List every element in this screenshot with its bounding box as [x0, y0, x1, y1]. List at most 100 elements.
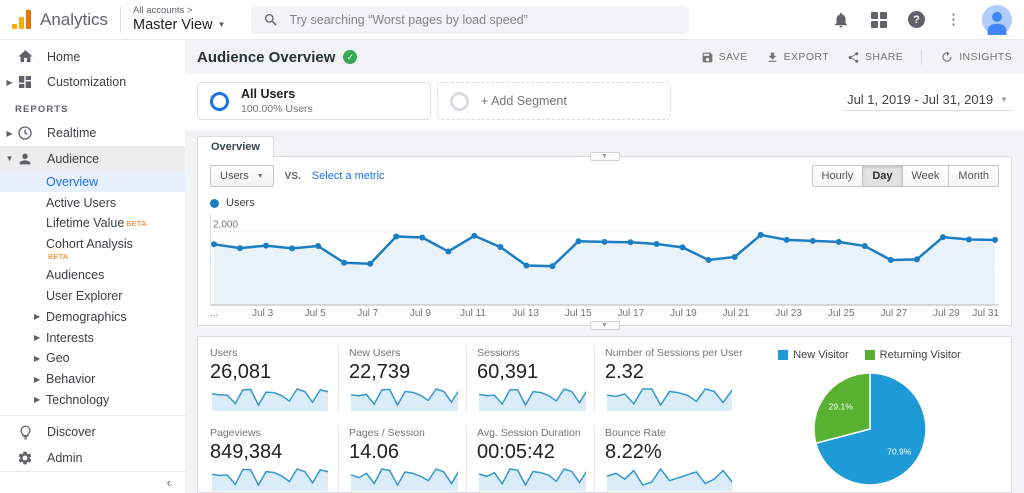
search-input[interactable]	[289, 12, 678, 27]
account-switcher[interactable]: All accounts > Master View ▼	[133, 5, 226, 34]
product-name: Analytics	[40, 9, 109, 29]
sidebar-item-label: User Explorer	[46, 289, 123, 304]
x-tick-label: Jul 25	[827, 308, 855, 319]
sidebar-item-audiences[interactable]: Audiences	[0, 265, 185, 286]
sidebar-item-home[interactable]: Home	[0, 44, 185, 70]
notifications-bell-icon[interactable]	[832, 11, 850, 29]
divider	[120, 6, 122, 33]
help-icon[interactable]: ?	[908, 11, 925, 28]
insights-icon	[942, 51, 952, 62]
sidebar-item-label: Home	[47, 49, 81, 64]
chevron-down-icon: ▼	[256, 172, 264, 180]
add-segment-label: + Add Segment	[481, 94, 567, 108]
collapse-handle[interactable]: ▼	[589, 152, 620, 161]
metric-card-new-users: New Users 22,739	[338, 345, 466, 412]
expand-arrow-icon: ▶	[6, 77, 13, 87]
sidebar-collapse-toggle[interactable]: ‹	[0, 471, 185, 493]
save-button[interactable]: SAVE	[701, 51, 748, 64]
legend-returning-visitor: Returning Visitor	[864, 349, 961, 361]
x-tick-label: Jul 3	[252, 308, 274, 319]
users-line-chart[interactable]: 1,0002,000	[210, 214, 999, 306]
chevron-left-icon: ‹	[166, 475, 171, 491]
visitor-type-section: New Visitor Returning Visitor 70.9% 29.1%	[740, 345, 999, 492]
sidebar-item-interests[interactable]: ▶ Interests	[0, 327, 185, 348]
sidebar-item-realtime[interactable]: ▶ Realtime	[0, 120, 185, 146]
export-button[interactable]: EXPORT	[766, 51, 829, 64]
granularity-month-button[interactable]: Month	[948, 165, 999, 187]
x-tick-label: ...	[210, 308, 219, 319]
x-tick-label: Jul 5	[304, 308, 326, 319]
sidebar-item-label: Demographics	[46, 309, 127, 324]
sidebar-item-label: Geo	[46, 351, 70, 366]
topbar-icons: ? ⋮	[832, 4, 1014, 35]
sidebar-item-user-explorer[interactable]: User Explorer	[0, 286, 185, 307]
sidebar-item-active-users[interactable]: Active Users	[0, 192, 185, 213]
sidebar-item-technology[interactable]: ▶ Technology	[0, 389, 185, 410]
x-axis-labels: ... Jul 3 Jul 5 Jul 7 Jul 9 Jul 11 Jul 13 Jul 1…	[210, 307, 999, 322]
chevron-down-icon: ▼	[217, 20, 226, 30]
metric-value: 60,391	[477, 361, 539, 383]
insights-button[interactable]: INSIGHTS	[940, 50, 1012, 64]
realtime-clock-icon	[15, 125, 35, 141]
gear-icon	[15, 450, 35, 466]
search-bar[interactable]	[251, 5, 690, 34]
segment-name: All Users	[241, 87, 296, 102]
sidebar-item-label: Interests	[46, 330, 94, 345]
series-legend-label: Users	[226, 197, 255, 209]
metric-sparkline	[478, 388, 586, 411]
beta-badge: BETA	[48, 252, 69, 262]
metric-card-users: Users 26,081	[210, 345, 338, 412]
sidebar-item-audience[interactable]: ▼ Audience	[0, 145, 185, 172]
segment-all-users[interactable]: All Users 100.00% Users	[197, 82, 431, 120]
svg-text:70.9%: 70.9%	[887, 447, 912, 457]
expand-arrow-icon: ▶	[34, 333, 41, 343]
visitor-pie-chart[interactable]: 70.9% 29.1%	[806, 365, 934, 492]
date-range-picker[interactable]: Jul 1, 2019 - Jul 31, 2019 ▼	[843, 92, 1012, 111]
sidebar-item-lifetime-value[interactable]: Lifetime Value BETA	[0, 213, 185, 234]
select-metric-link[interactable]: Select a metric	[312, 170, 385, 182]
view-name[interactable]: Master View	[133, 17, 213, 34]
sidebar-item-admin[interactable]: Admin	[0, 445, 185, 471]
page-title: Audience Overview	[197, 48, 336, 66]
metric-value: 2.32	[605, 361, 644, 383]
metric-value: 26,081	[210, 361, 272, 383]
expand-handle[interactable]: ▼	[589, 321, 620, 330]
metric-value: 00:05:42	[477, 441, 555, 463]
tab-overview[interactable]: Overview	[197, 136, 274, 157]
sidebar-item-geo[interactable]: ▶ Geo	[0, 348, 185, 369]
granularity-hourly-button[interactable]: Hourly	[811, 165, 864, 187]
accounts-breadcrumb[interactable]: All accounts >	[133, 5, 225, 17]
granularity-day-button[interactable]: Day	[862, 165, 903, 187]
metric-sparkline	[350, 468, 458, 491]
page-header: Audience Overview ✓ SAVE EXPORT SHARE IN…	[197, 40, 1012, 74]
x-tick-label: Jul 9	[409, 308, 431, 319]
analytics-home-link[interactable]: Analytics	[8, 10, 112, 30]
metric-card-sessions-per-user: Number of Sessions per User 2.32	[594, 345, 743, 412]
sidebar-item-discover[interactable]: Discover	[0, 419, 185, 445]
sidebar-item-overview[interactable]: Overview	[0, 171, 185, 193]
sidebar-item-customization[interactable]: ▶ Customization	[0, 70, 185, 96]
expand-arrow-icon: ▶	[34, 374, 41, 384]
main-content: Audience Overview ✓ SAVE EXPORT SHARE IN…	[185, 40, 1024, 493]
legend-swatch-icon	[864, 350, 875, 360]
sidebar-item-label: Cohort Analysis	[46, 237, 133, 252]
expand-arrow-icon: ▶	[6, 128, 13, 138]
metric-value: 8.22%	[605, 441, 662, 463]
sidebar-item-demographics[interactable]: ▶ Demographics	[0, 307, 185, 328]
pie-legend: New Visitor Returning Visitor	[778, 349, 961, 361]
apps-grid-icon[interactable]	[871, 11, 887, 28]
lightbulb-icon	[15, 425, 35, 440]
metric-selector-dropdown[interactable]: Users ▼	[210, 165, 274, 187]
share-button[interactable]: SHARE	[847, 51, 903, 64]
avatar[interactable]	[982, 4, 1012, 35]
sidebar-item-behavior[interactable]: ▶ Behavior	[0, 369, 185, 390]
x-tick-label: Jul 27	[880, 308, 908, 319]
x-tick-label: Jul 31	[972, 308, 999, 319]
x-tick-label: Jul 23	[775, 308, 802, 319]
more-options-icon[interactable]: ⋮	[946, 12, 961, 27]
granularity-week-button[interactable]: Week	[901, 165, 950, 187]
sidebar-item-cohort-analysis[interactable]: Cohort Analysis BETA	[0, 234, 185, 266]
add-segment-button[interactable]: + Add Segment	[437, 82, 671, 120]
metric-sparkline	[606, 388, 732, 411]
home-icon	[15, 48, 35, 65]
